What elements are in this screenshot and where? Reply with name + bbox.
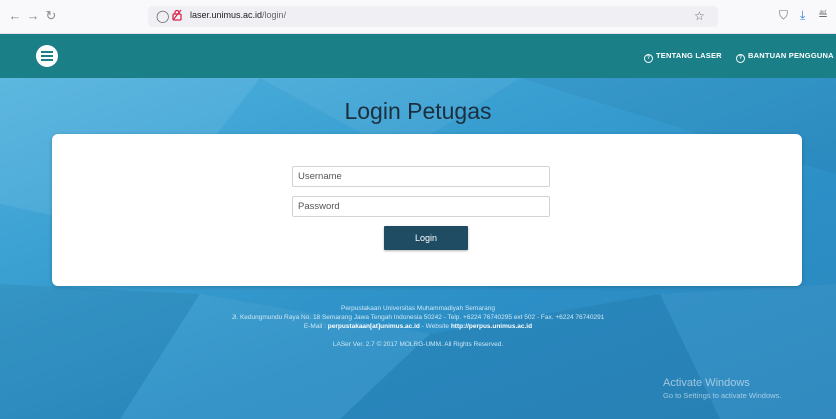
login-card: Login (52, 134, 802, 286)
username-input[interactable] (292, 166, 550, 187)
url-bar[interactable]: ◯ laser.unimus.ac.id/login/ ☆ (148, 6, 718, 27)
footer: Perpustakaan Universitas Muhammadiyah Se… (0, 304, 836, 349)
footer-website-label: - Website (421, 323, 450, 330)
question-circle-icon: ? (644, 54, 653, 63)
app-area: ? TENTANG LASER ? BANTUAN PENGGUNA Login P… (0, 34, 836, 419)
watermark-title: Activate Windows (663, 377, 750, 389)
back-arrow-icon[interactable]: ← (8, 9, 22, 23)
login-button[interactable]: Login (384, 226, 468, 250)
footer-version: LASer Ver. 2.7 © 2017 MOLRG-UMM. All Rig… (332, 341, 504, 348)
url-text[interactable]: laser.unimus.ac.id/login/ (190, 10, 286, 20)
footer-address: Jl. Kedungmundu Raya No. 18 Semarang Jaw… (231, 314, 605, 321)
download-icon[interactable]: ⤓ (800, 8, 805, 22)
page-title: Login Petugas (344, 98, 492, 124)
footer-website-link[interactable]: http://perpus.unimus.ac.id (451, 323, 532, 330)
watermark-subtitle: Go to Settings to activate Windows. (663, 391, 782, 400)
user-help-link[interactable]: ? BANTUAN PENGGUNA (736, 51, 834, 63)
footer-email[interactable]: perpustakaan[at]unimus.ac.id (328, 323, 420, 330)
footer-email-label: E-Mail : (303, 323, 326, 330)
reload-icon[interactable]: ↻ (44, 9, 58, 23)
extensions-icon[interactable]: ≝ (818, 8, 828, 22)
insecure-lock-icon[interactable] (172, 9, 182, 24)
browser-toolbar: ← → ↻ ◯ laser.unimus.ac.id/login/ ☆ ⛉ ⤓ … (0, 0, 836, 34)
shield-icon[interactable]: ◯ (156, 9, 169, 23)
hamburger-menu-icon[interactable] (36, 45, 58, 67)
password-input[interactable] (292, 196, 550, 217)
top-header: ? TENTANG LASER ? BANTUAN PENGGUNA (0, 34, 836, 78)
pocket-icon[interactable]: ⛉ (779, 8, 788, 22)
about-laser-link[interactable]: ? TENTANG LASER (644, 51, 722, 63)
forward-arrow-icon[interactable]: → (26, 9, 40, 23)
activate-windows-watermark: Activate Windows Go to Settings to activ… (663, 377, 781, 400)
bookmark-star-icon[interactable]: ☆ (694, 9, 705, 23)
footer-library-name: Perpustakaan Universitas Muhammadiyah Se… (341, 305, 495, 312)
question-circle-icon: ? (736, 54, 745, 63)
